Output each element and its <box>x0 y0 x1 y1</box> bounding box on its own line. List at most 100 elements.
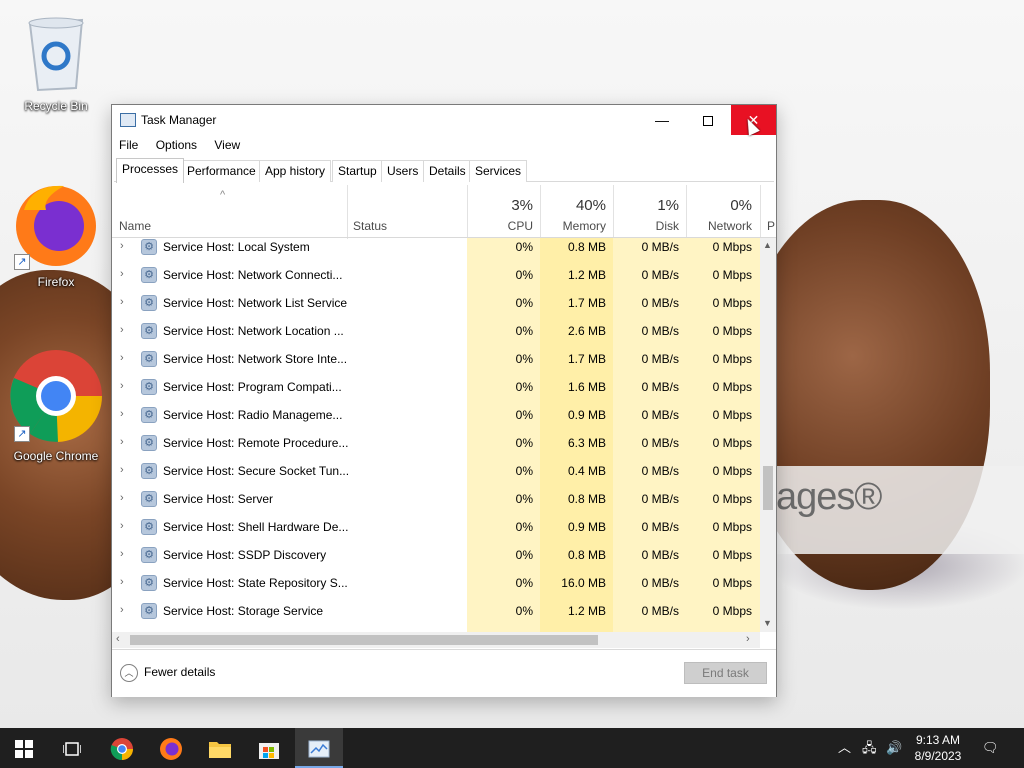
taskbar-chrome[interactable] <box>98 728 146 768</box>
expand-chevron-icon[interactable]: › <box>120 464 124 476</box>
menu-view[interactable]: View <box>207 135 247 155</box>
tab-processes[interactable]: Processes <box>116 158 185 183</box>
process-name: Service Host: Shell Hardware De... <box>163 520 349 534</box>
network-icon[interactable]: 🖧 <box>862 728 877 768</box>
column-cpu-header[interactable]: CPU <box>467 219 533 233</box>
column-disk-header[interactable]: Disk <box>613 219 679 233</box>
tab-app-history[interactable]: App history <box>259 160 332 182</box>
vertical-scrollbar[interactable]: ▲ ▼ <box>760 238 776 632</box>
process-row[interactable]: › ⚙ Service Host: State Repository S... 0% 1… <box>112 569 760 597</box>
column-name-header[interactable]: Name <box>119 219 151 233</box>
tab-bar: Processes Performance App history Startu… <box>114 158 774 183</box>
expand-chevron-icon[interactable]: › <box>120 436 124 448</box>
expand-chevron-icon[interactable]: › <box>120 520 124 532</box>
process-row[interactable]: › ⚙ Service Host: Network Location ... 0% 2.… <box>112 317 760 345</box>
process-row[interactable]: › ⚙ Service Host: Local System 0% 0.8 MB 0 MB… <box>112 238 760 261</box>
process-row[interactable]: › ⚙ Service Host: Radio Manageme... 0% 0.9 M… <box>112 401 760 429</box>
clock-time: 9:13 AM <box>915 733 961 747</box>
tab-performance[interactable]: Performance <box>181 160 262 182</box>
process-disk: 0 MB/s <box>641 464 679 478</box>
process-disk: 0 MB/s <box>641 604 679 618</box>
scroll-up-arrow-icon[interactable]: ▲ <box>763 240 772 250</box>
process-row[interactable]: › ⚙ Service Host: Network Connecti... 0% 1.2… <box>112 261 760 289</box>
process-row[interactable]: › ⚙ Service Host: SSDP Discovery 0% 0.8 MB 0 … <box>112 541 760 569</box>
title-bar[interactable]: Task Manager — ✕ <box>112 105 776 135</box>
task-view-button[interactable] <box>48 728 96 768</box>
expand-chevron-icon[interactable]: › <box>120 604 124 616</box>
taskbar-task-manager[interactable] <box>295 728 343 768</box>
process-network: 0 Mbps <box>712 352 752 366</box>
expand-chevron-icon[interactable]: › <box>120 352 124 364</box>
process-disk: 0 MB/s <box>641 324 679 338</box>
process-row[interactable]: › ⚙ Service Host: Shell Hardware De... 0% 0.… <box>112 513 760 541</box>
taskbar-firefox[interactable] <box>147 728 195 768</box>
process-cpu: 0% <box>515 492 533 506</box>
expand-chevron-icon[interactable]: › <box>120 408 124 420</box>
expand-chevron-icon[interactable]: › <box>120 548 124 560</box>
process-name: Service Host: Storage Service <box>163 604 324 618</box>
end-task-button[interactable]: End task <box>684 662 767 684</box>
process-memory: 0.4 MB <box>567 464 606 478</box>
process-row[interactable]: › ⚙ Service Host: Secure Socket Tun... 0% 0.… <box>112 457 760 485</box>
taskbar-file-explorer[interactable] <box>196 728 244 768</box>
process-row[interactable]: › ⚙ Service Host: Server 0% 0.8 MB 0 MB/s 0 Mb… <box>112 485 760 513</box>
desktop-icon-firefox[interactable]: ↗ Firefox <box>8 180 104 289</box>
notifications-icon[interactable]: 🗨 <box>982 728 999 768</box>
horizontal-scroll-thumb[interactable] <box>130 635 598 645</box>
expand-chevron-icon[interactable]: › <box>120 324 124 336</box>
service-gear-icon: ⚙ <box>141 603 157 619</box>
column-network-header[interactable]: Network <box>686 219 752 233</box>
taskbar-store[interactable] <box>245 728 293 768</box>
expand-chevron-icon[interactable]: › <box>120 240 124 252</box>
tab-details[interactable]: Details <box>423 160 472 182</box>
process-name: Service Host: Server <box>163 492 274 506</box>
process-row[interactable]: › ⚙ Service Host: Remote Procedure... 0% 6.3… <box>112 429 760 457</box>
taskbar: ︿ 🖧 🔊 9:13 AM 8/9/2023 🗨 <box>0 728 1024 768</box>
shortcut-arrow-icon: ↗ <box>14 254 30 270</box>
expand-chevron-icon[interactable]: › <box>120 268 124 280</box>
service-gear-icon: ⚙ <box>141 463 157 479</box>
disk-usage-total: 1% <box>657 197 679 214</box>
maximize-button[interactable] <box>685 105 731 135</box>
process-row[interactable]: › ⚙ Service Host: Program Compati... 0% 1.6 … <box>112 373 760 401</box>
tab-services[interactable]: Services <box>469 160 528 182</box>
tab-users[interactable]: Users <box>381 160 425 182</box>
minimize-button[interactable]: — <box>639 105 685 135</box>
task-manager-window: Task Manager — ✕ File Options View Proce… <box>111 104 777 697</box>
taskbar-clock[interactable]: 9:13 AM 8/9/2023 <box>900 732 976 764</box>
process-list: › ⚙ Service Host: Local System 0% 0.8 MB 0 MB… <box>112 238 760 632</box>
file-explorer-icon <box>209 742 231 759</box>
column-status-header[interactable]: Status <box>353 219 387 233</box>
vertical-scroll-thumb[interactable] <box>763 466 773 510</box>
fewer-details-button[interactable]: ︿ Fewer details <box>120 664 215 682</box>
process-memory: 0.9 MB <box>567 520 606 534</box>
process-disk: 0 MB/s <box>641 408 679 422</box>
expand-chevron-icon[interactable]: › <box>120 380 124 392</box>
scroll-right-arrow-icon[interactable]: › <box>746 633 750 645</box>
service-gear-icon: ⚙ <box>141 379 157 395</box>
column-power-header[interactable]: P <box>767 219 775 233</box>
expand-chevron-icon[interactable]: › <box>120 576 124 588</box>
scroll-left-arrow-icon[interactable]: ‹ <box>116 633 120 645</box>
menu-file[interactable]: File <box>112 135 145 155</box>
desktop-icon-chrome[interactable]: ↗ Google Chrome <box>8 348 104 463</box>
process-row[interactable]: › ⚙ Service Host: Network Store Inte... 0% 1… <box>112 345 760 373</box>
tab-startup[interactable]: Startup <box>332 160 383 182</box>
show-hidden-icons-chevron-icon[interactable]: ︿ <box>838 728 851 768</box>
recycle-bin-icon <box>28 17 84 92</box>
process-name: Service Host: Program Compati... <box>163 380 342 394</box>
process-cpu: 0% <box>515 548 533 562</box>
desktop-icon-recycle-bin[interactable]: Recycle Bin <box>8 10 104 113</box>
shortcut-arrow-icon: ↗ <box>14 426 30 442</box>
expand-chevron-icon[interactable]: › <box>120 492 124 504</box>
scroll-down-arrow-icon[interactable]: ▼ <box>763 618 772 628</box>
start-icon <box>15 740 33 759</box>
horizontal-scrollbar[interactable]: ‹ › <box>112 632 760 648</box>
column-memory-header[interactable]: Memory <box>540 219 606 233</box>
process-row[interactable]: › ⚙ Service Host: Storage Service 0% 1.2 MB 0… <box>112 597 760 625</box>
start-button[interactable] <box>0 728 48 768</box>
process-row[interactable]: › ⚙ Service Host: Network List Service 0% 1.… <box>112 289 760 317</box>
expand-chevron-icon[interactable]: › <box>120 296 124 308</box>
menu-options[interactable]: Options <box>149 135 204 155</box>
desktop-icon-label: Google Chrome <box>13 449 99 463</box>
